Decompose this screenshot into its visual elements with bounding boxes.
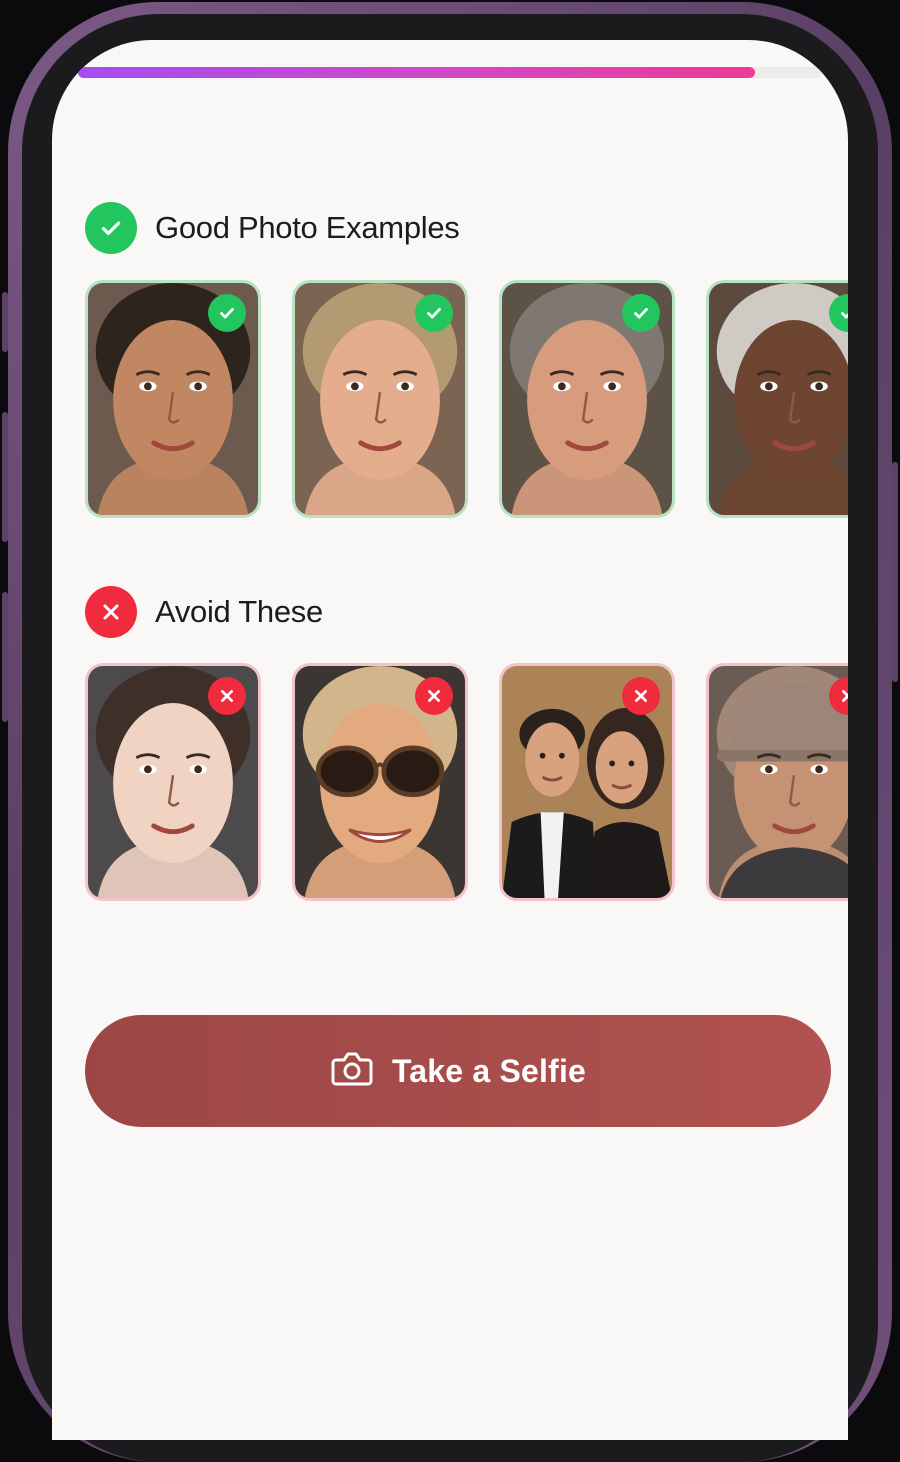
check-icon — [208, 294, 246, 332]
check-circle-icon — [85, 202, 137, 254]
good-example-photo-card[interactable] — [292, 280, 468, 518]
side-button — [2, 412, 8, 542]
progress-bar — [78, 67, 822, 78]
avoid-example-photo-card[interactable] — [706, 663, 848, 901]
avoid-example-photo-image — [709, 666, 848, 898]
screen: Good Photo Examples Avoid These Take a S… — [52, 40, 848, 1440]
progress-fill — [78, 67, 756, 78]
side-button — [892, 462, 898, 682]
avoid-header: Avoid These — [85, 586, 323, 638]
good-example-photo-card[interactable] — [85, 280, 261, 518]
avoid-example-photo-card[interactable] — [292, 663, 468, 901]
good-example-photo-card[interactable] — [706, 280, 848, 518]
x-icon — [208, 677, 246, 715]
avoid-example-photo-card[interactable] — [499, 663, 675, 901]
check-icon — [415, 294, 453, 332]
good-examples-header: Good Photo Examples — [85, 202, 460, 254]
avoid-example-photo-card[interactable] — [85, 663, 261, 901]
x-icon — [415, 677, 453, 715]
good-examples-carousel[interactable] — [85, 280, 848, 526]
camera-icon — [330, 1050, 374, 1093]
good-examples-title: Good Photo Examples — [155, 210, 460, 245]
check-icon — [622, 294, 660, 332]
x-icon — [622, 677, 660, 715]
side-button — [2, 592, 8, 722]
avoid-title: Avoid These — [155, 594, 323, 629]
take-selfie-label: Take a Selfie — [391, 1052, 587, 1089]
good-example-photo-image — [709, 283, 848, 515]
take-selfie-button[interactable]: Take a Selfie — [85, 1015, 831, 1127]
avoid-examples-carousel[interactable] — [85, 663, 848, 909]
side-button — [2, 292, 8, 352]
good-example-photo-card[interactable] — [499, 280, 675, 518]
x-circle-icon — [85, 586, 137, 638]
